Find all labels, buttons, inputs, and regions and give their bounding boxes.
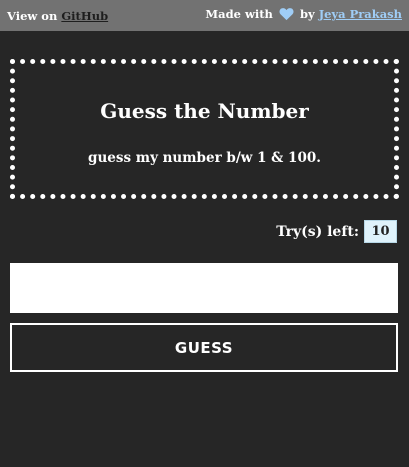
author-link[interactable]: Jeya Prakash	[319, 7, 402, 21]
by-label: by	[299, 7, 315, 21]
author-credit: Made with by Jeya Prakash	[205, 7, 402, 24]
github-credit: View on GitHub	[7, 9, 108, 23]
instructions-text: guess my number b/w 1 & 100.	[88, 150, 321, 166]
guess-button[interactable]: GUESS	[10, 323, 398, 372]
made-with-label: Made with	[205, 7, 273, 21]
page-title: Guess the Number	[100, 99, 309, 123]
intro-panel: Guess the Number guess my number b/w 1 &…	[10, 59, 399, 199]
github-link[interactable]: GitHub	[61, 9, 108, 23]
tries-left-count: 10	[364, 220, 397, 243]
view-on-label: View on	[7, 8, 58, 23]
heart-icon	[279, 7, 294, 24]
tries-left-label: Try(s) left:	[276, 223, 359, 240]
tries-left: Try(s) left: 10	[276, 220, 397, 243]
guess-input[interactable]	[10, 263, 398, 313]
top-bar: View on GitHub Made with by Jeya Prakash	[0, 0, 409, 31]
